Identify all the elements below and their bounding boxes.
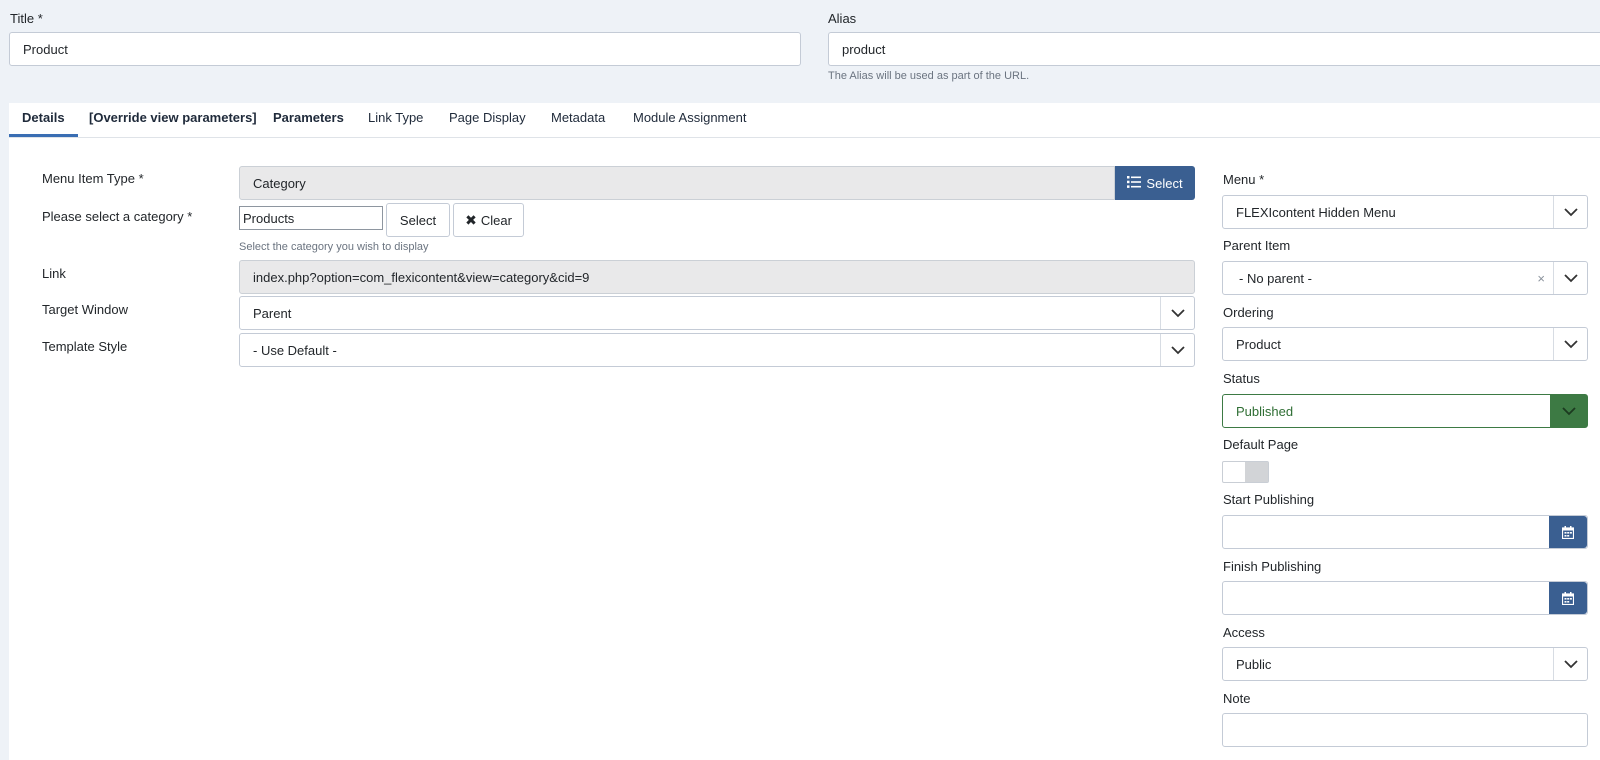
status-value: Published (1236, 403, 1294, 419)
alias-input[interactable]: product (828, 32, 1600, 66)
template-style-select[interactable]: - Use Default - (239, 333, 1195, 367)
chevron-down-icon (1553, 648, 1587, 680)
list-icon (1127, 175, 1142, 191)
chevron-down-icon (1160, 334, 1194, 366)
clear-selection-icon[interactable]: × (1537, 271, 1545, 286)
toggle-knob (1245, 462, 1268, 482)
menu-item-type-field: Category (239, 166, 1115, 200)
calendar-icon[interactable] (1549, 582, 1587, 614)
chevron-down-icon (1550, 395, 1587, 427)
menu-value: FLEXIcontent Hidden Menu (1236, 204, 1396, 220)
category-select-button[interactable]: Select (386, 203, 450, 237)
access-label: Access (1223, 625, 1265, 640)
chevron-down-icon (1553, 328, 1587, 360)
default-page-toggle[interactable] (1222, 461, 1269, 483)
status-select[interactable]: Published (1222, 394, 1588, 428)
target-window-label: Target Window (42, 302, 128, 317)
access-value: Public (1236, 656, 1272, 672)
tabs-divider (9, 137, 1600, 138)
chevron-down-icon (1553, 262, 1587, 294)
ordering-label: Ordering (1223, 305, 1274, 320)
alias-help: The Alias will be used as part of the UR… (828, 70, 1030, 82)
alias-input-value: product (842, 41, 886, 57)
access-select[interactable]: Public (1222, 647, 1588, 681)
tab-override-view-parameters[interactable]: [Override view parameters] (89, 110, 257, 136)
menu-item-type-label: Menu Item Type * (42, 171, 144, 186)
start-publishing-input[interactable] (1222, 515, 1588, 549)
note-label: Note (1223, 691, 1251, 706)
tab-parameters[interactable]: Parameters (273, 110, 344, 136)
finish-publishing-input[interactable] (1222, 581, 1588, 615)
template-style-value: - Use Default - (253, 342, 337, 358)
category-input-value: Products (243, 210, 295, 226)
alias-label: Alias (828, 11, 857, 26)
parent-item-label: Parent Item (1223, 238, 1291, 253)
chevron-down-icon (1160, 297, 1194, 329)
close-icon: ✖ (465, 212, 477, 228)
menu-select[interactable]: FLEXIcontent Hidden Menu (1222, 195, 1588, 229)
tab-details[interactable]: Details (9, 110, 78, 137)
category-help: Select the category you wish to display (239, 241, 429, 253)
title-input[interactable]: Product (9, 32, 801, 66)
chevron-down-icon (1553, 196, 1587, 228)
parent-item-select[interactable]: - No parent - × (1222, 261, 1588, 295)
category-select-label: Select (399, 212, 437, 228)
status-label: Status (1223, 371, 1260, 386)
tab-metadata[interactable]: Metadata (551, 110, 605, 136)
target-window-select[interactable]: Parent (239, 296, 1195, 330)
menu-label: Menu * (1223, 172, 1265, 187)
tab-module-assignment[interactable]: Module Assignment (633, 110, 746, 136)
category-input[interactable]: Products (239, 206, 383, 230)
default-page-label: Default Page (1223, 437, 1299, 452)
link-field: index.php?option=com_flexicontent&view=c… (239, 260, 1195, 294)
menu-item-type-value: Category (253, 175, 306, 191)
tab-page-display[interactable]: Page Display (449, 110, 526, 136)
note-input[interactable] (1222, 713, 1588, 747)
menu-item-type-select-label: Select (1146, 175, 1183, 191)
link-label: Link (42, 266, 66, 281)
title-input-value: Product (23, 41, 68, 57)
ordering-value: Product (1236, 336, 1281, 352)
template-style-label: Template Style (42, 339, 128, 354)
calendar-icon[interactable] (1549, 516, 1587, 548)
link-value: index.php?option=com_flexicontent&view=c… (253, 269, 590, 285)
category-label: Please select a category * (42, 209, 193, 224)
category-clear-button[interactable]: ✖ Clear (453, 203, 524, 237)
parent-item-value: - No parent - (1239, 270, 1312, 286)
ordering-select[interactable]: Product (1222, 327, 1588, 361)
menu-item-type-select-button[interactable]: Select (1115, 166, 1195, 200)
target-window-value: Parent (253, 305, 292, 321)
category-clear-label: Clear (480, 212, 512, 228)
tab-link-type[interactable]: Link Type (368, 110, 423, 136)
finish-publishing-label: Finish Publishing (1223, 559, 1322, 574)
title-label: Title * (10, 11, 43, 26)
start-publishing-label: Start Publishing (1223, 492, 1315, 507)
